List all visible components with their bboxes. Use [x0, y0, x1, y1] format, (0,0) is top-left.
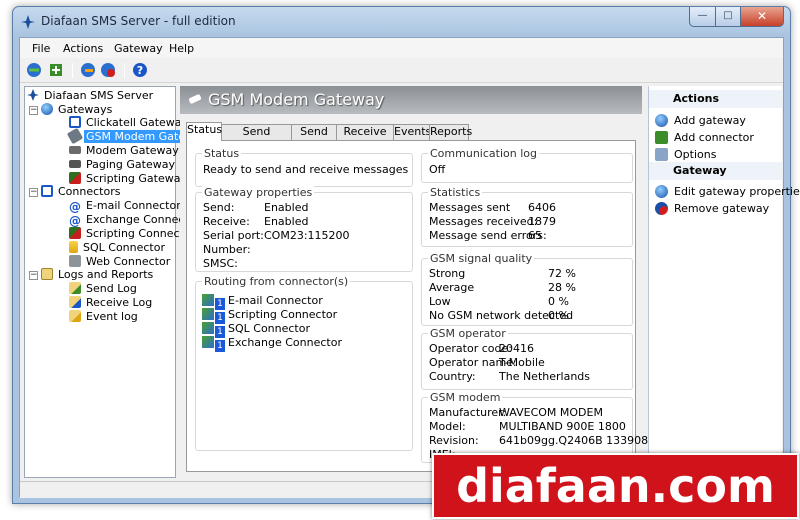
tree-item-email-connector[interactable]: @ E-mail Connector [69, 199, 183, 214]
panel-title: GSM Modem Gateway [208, 90, 385, 109]
panel-header: GSM Modem Gateway [180, 86, 642, 114]
navigation-tree[interactable]: Diafaan SMS Server − Gateways Clickatell… [24, 86, 210, 478]
tree-logs[interactable]: Logs and Reports [41, 268, 155, 281]
tree-item-send-log[interactable]: Send Log [69, 282, 139, 295]
tree-item-scripting-gateway[interactable]: Scripting Gateway [69, 172, 189, 185]
maximize-button[interactable]: □ [715, 7, 741, 27]
tree-root[interactable]: Diafaan SMS Server [27, 89, 155, 102]
tree-item-paging-gateway[interactable]: Paging Gateway [69, 158, 177, 171]
menu-file[interactable]: File [32, 42, 50, 55]
add-gateway-icon [655, 114, 668, 127]
svg-text:?: ? [137, 64, 143, 77]
menu-bar: File Actions Gateway Help [20, 38, 783, 58]
menu-actions[interactable]: Actions [63, 42, 103, 55]
tree-item-clickatell-gateway[interactable]: Clickatell Gateway [69, 116, 190, 129]
actions-header: Actions [649, 90, 782, 108]
main-panel: GSM Modem Gateway Status Send Message Se… [180, 86, 655, 478]
remove-gateway-icon [655, 202, 668, 215]
clickatell-icon [69, 116, 81, 128]
database-icon [69, 241, 78, 253]
route-arrow-icon [202, 322, 214, 334]
tree-item-sql-connector[interactable]: SQL Connector [69, 241, 167, 254]
communication-log-value: Off [429, 163, 446, 176]
modem-icon [69, 146, 81, 154]
globe-icon [41, 103, 53, 115]
exchange-icon: @ [69, 214, 81, 228]
edit-gateway-icon[interactable] [80, 62, 96, 78]
web-icon [69, 255, 81, 267]
connector-icon [41, 185, 53, 197]
add-gateway-icon[interactable] [26, 62, 42, 78]
app-icon [21, 15, 35, 29]
script-icon [69, 172, 81, 184]
signal-quality-group: GSM signal quality Strong 72 % Average 2… [421, 252, 633, 326]
brand-watermark: diafaan.com [432, 453, 799, 519]
tree-item-modem-gateway[interactable]: Modem Gateway [69, 144, 181, 157]
tree-connectors[interactable]: Connectors [41, 185, 122, 198]
statistics-group: Statistics Messages sent 6406 Messages r… [421, 186, 633, 247]
collapse-toggle[interactable]: − [29, 106, 38, 115]
receive-log-icon [69, 296, 81, 308]
event-log-icon [69, 310, 81, 322]
add-gateway-action[interactable]: Add gateway [655, 114, 746, 127]
email-icon: @ [69, 200, 81, 214]
toolbar-separator [124, 63, 125, 78]
tab-send-log[interactable]: Send log [291, 124, 337, 152]
title-bar[interactable]: Diafaan SMS Server - full edition — □ ✕ [13, 7, 790, 37]
options-action[interactable]: Options [655, 148, 716, 161]
routing-group: Routing from connector(s) 1 E-mail Connec… [195, 275, 413, 451]
actions-pane: Actions Add gateway Add connector Option… [648, 86, 800, 478]
remove-gateway-action[interactable]: Remove gateway [655, 202, 769, 215]
script-icon [69, 227, 81, 239]
gateway-properties-group: Gateway properties Send: Enabled Receive… [195, 186, 413, 272]
tree-item-scripting-connector[interactable]: Scripting Connector [69, 227, 197, 240]
app-icon [27, 89, 39, 101]
tree-item-receive-log[interactable]: Receive Log [69, 296, 154, 309]
clipboard-icon [41, 268, 53, 280]
close-button[interactable]: ✕ [740, 7, 784, 27]
options-icon [655, 148, 668, 161]
tab-status[interactable]: Status [186, 122, 222, 141]
help-icon[interactable]: ? [132, 62, 148, 78]
remove-gateway-icon[interactable] [100, 62, 116, 78]
status-text: Ready to send and receive messages [203, 163, 409, 176]
minimize-button[interactable]: — [689, 7, 716, 27]
collapse-toggle[interactable]: − [29, 188, 38, 197]
edit-gateway-icon [655, 185, 668, 198]
tab-events[interactable]: Events [393, 124, 431, 140]
client-area: File Actions Gateway Help ? Diafaan SMS … [19, 37, 800, 498]
window-title: Diafaan SMS Server - full edition [41, 14, 236, 28]
status-group: Status Ready to send and receive message… [195, 147, 413, 187]
tab-reports[interactable]: Reports [429, 124, 472, 140]
add-connector-icon[interactable] [48, 62, 64, 78]
tab-send-message[interactable]: Send Message [221, 124, 292, 152]
tree-item-web-connector[interactable]: Web Connector [69, 255, 172, 268]
menu-help[interactable]: Help [169, 42, 194, 55]
routing-item[interactable]: 1 Exchange Connector [202, 336, 342, 352]
tree-item-event-log[interactable]: Event log [69, 310, 140, 323]
tab-receive-log[interactable]: Receive log [336, 124, 394, 152]
gsm-modem-icon [66, 127, 84, 145]
menu-gateway[interactable]: Gateway [114, 42, 163, 55]
communication-log-group: Communication log Off [421, 147, 633, 183]
operator-group: GSM operator Operator code: 20416 Operat… [421, 327, 633, 390]
app-window: Diafaan SMS Server - full edition — □ ✕ … [12, 6, 800, 504]
gsm-modem-icon [188, 94, 202, 104]
add-connector-action[interactable]: Add connector [655, 131, 754, 144]
route-arrow-icon [202, 294, 214, 306]
route-arrow-icon [202, 336, 214, 348]
send-log-icon [69, 282, 81, 294]
gateway-actions-header: Gateway [649, 162, 782, 180]
tree-gateways[interactable]: Gateways [41, 103, 114, 116]
collapse-toggle[interactable]: − [29, 271, 38, 280]
edit-gateway-action[interactable]: Edit gateway properties [655, 185, 800, 198]
toolbar-separator [72, 63, 73, 78]
pager-icon [69, 160, 81, 168]
toolbar: ? [20, 59, 783, 83]
add-connector-icon [655, 131, 668, 144]
route-arrow-icon [202, 308, 214, 320]
status-tab-panel: Status Ready to send and receive message… [186, 140, 655, 472]
